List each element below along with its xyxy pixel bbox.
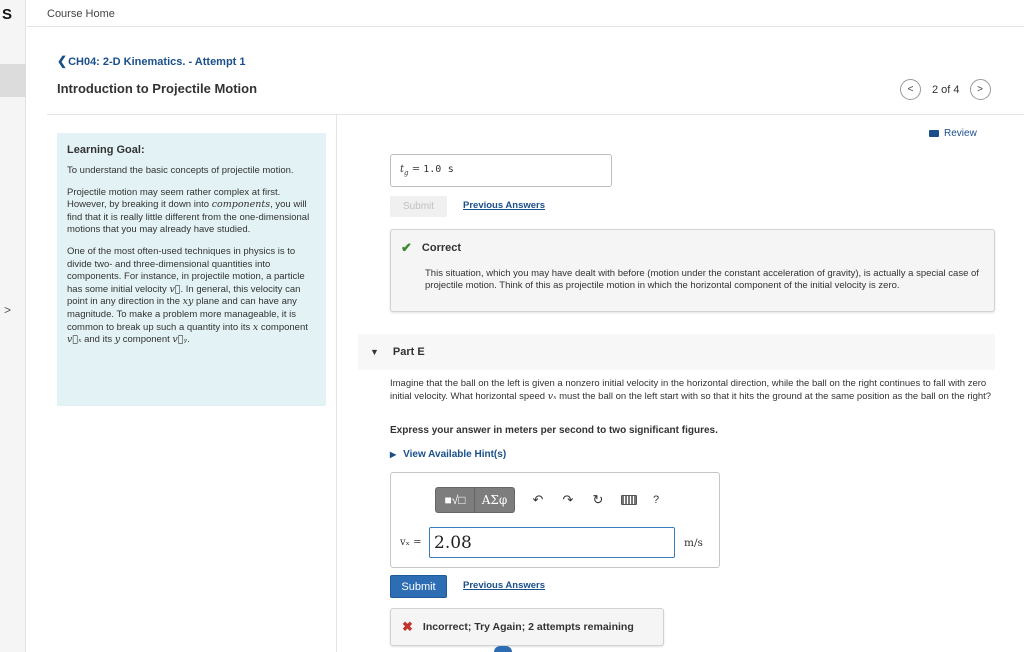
learning-goal-panel: Learning Goal: To understand the basic c… xyxy=(57,133,326,406)
chevron-left-icon: ❮ xyxy=(57,54,68,68)
learning-goal-paragraph: Projectile motion may seem rather comple… xyxy=(67,187,316,237)
velocity-vector-symbol: v⃗ xyxy=(169,283,181,295)
left-rail: S > xyxy=(0,0,26,652)
rail-active-item[interactable] xyxy=(0,64,26,97)
page-title: Introduction to Projectile Motion xyxy=(57,81,258,96)
back-link-label: CH04: 2-D Kinematics. - Attempt 1 xyxy=(68,56,246,68)
reset-icon[interactable]: ↻ xyxy=(591,492,605,508)
item-pager: < 2 of 4 > xyxy=(900,79,991,100)
book-icon xyxy=(929,130,939,137)
text-span: component xyxy=(120,334,173,346)
checkmark-icon: ✔ xyxy=(401,240,412,255)
expand-triangle-icon: ▶ xyxy=(390,450,397,459)
text-span: component xyxy=(258,321,308,333)
answer-editor: ■√□ ΑΣφ ↶ ↷ ↻ ? vₓ = m/s xyxy=(390,472,720,568)
expand-rail-icon[interactable]: > xyxy=(4,303,11,317)
undo-icon[interactable]: ↶ xyxy=(531,492,545,508)
chevron-right-icon: > xyxy=(977,84,983,95)
feedback-title: Correct xyxy=(421,242,462,254)
text-span: . xyxy=(187,334,190,346)
part-d-answer-display: tg = 1.0 s xyxy=(390,154,612,187)
course-home-link[interactable]: Course Home xyxy=(47,8,115,20)
x-mark-icon: ✖ xyxy=(402,619,413,634)
answer-unit: m/s xyxy=(684,537,703,549)
content-divider xyxy=(47,114,1024,115)
vy-vector-symbol: v⃗ᵧ xyxy=(172,334,188,346)
part-e-previous-answers-link[interactable]: Previous Answers xyxy=(463,580,545,591)
answer-unit: s xyxy=(447,164,454,175)
pager-position: 2 of 4 xyxy=(932,83,960,96)
hints-label: View Available Hint(s) xyxy=(403,449,507,460)
part-d-submit-button[interactable]: Submit xyxy=(390,196,447,217)
text-span: and its xyxy=(81,334,115,346)
next-item-button[interactable]: > xyxy=(969,79,991,100)
review-link[interactable]: Review xyxy=(929,128,977,139)
header-divider xyxy=(27,26,1024,27)
templates-button[interactable]: ■√□ xyxy=(435,487,475,513)
redo-icon[interactable]: ↷ xyxy=(561,492,575,508)
feedback-title: Incorrect; Try Again; 2 attempts remaini… xyxy=(422,621,634,633)
correct-feedback-box: ✔ Correct This situation, which you may h… xyxy=(390,229,995,312)
part-e-question: Imagine that the ball on the left is giv… xyxy=(390,378,995,403)
column-divider xyxy=(336,115,337,652)
part-label: Part E xyxy=(392,346,425,358)
learning-goal-paragraph: One of the most often-used techniques in… xyxy=(67,246,316,347)
text-span: must the ball on the left start with so … xyxy=(556,390,992,402)
input-variable-label: vₓ = xyxy=(400,537,422,548)
equals-sign: = xyxy=(408,164,424,175)
editor-toolbar: ■√□ ΑΣφ ↶ ↷ ↻ ? xyxy=(435,487,659,513)
symbols-button[interactable]: ΑΣφ xyxy=(475,487,515,513)
view-hints-link[interactable]: ▶ View Available Hint(s) xyxy=(390,449,506,460)
collapse-triangle-icon: ▼ xyxy=(370,347,379,357)
review-label: Review xyxy=(944,128,977,139)
learning-goal-heading: Learning Goal: xyxy=(67,144,145,156)
part-e-header[interactable]: ▼ Part E xyxy=(358,334,995,370)
templates-icon: ■√□ xyxy=(444,493,466,507)
assignment-back-link[interactable]: ❮CH04: 2-D Kinematics. - Attempt 1 xyxy=(57,54,246,68)
app-logo: S xyxy=(2,6,13,23)
answer-input[interactable] xyxy=(429,527,675,558)
part-d-previous-answers-link[interactable]: Previous Answers xyxy=(463,200,545,211)
prev-item-button[interactable]: < xyxy=(900,79,921,100)
plane-symbol: xy xyxy=(182,296,194,308)
incorrect-feedback-box: ✖ Incorrect; Try Again; 2 attempts remain… xyxy=(390,608,664,646)
part-e-instruction: Express your answer in meters per second… xyxy=(390,425,718,436)
vx-vector-symbol: v⃗ₓ xyxy=(67,334,82,346)
greek-symbols-icon: ΑΣφ xyxy=(481,493,508,507)
answer-value: 1.0 xyxy=(423,164,442,175)
part-e-submit-button[interactable]: Submit xyxy=(390,575,447,598)
floating-action-tab[interactable] xyxy=(494,646,512,652)
keyboard-icon[interactable] xyxy=(621,495,637,505)
help-icon[interactable]: ? xyxy=(653,494,659,506)
chevron-left-icon: < xyxy=(907,84,914,95)
feedback-message: This situation, which you may have dealt… xyxy=(425,268,979,292)
learning-goal-paragraph: To understand the basic concepts of proj… xyxy=(67,165,294,176)
emphasis-text: components xyxy=(211,199,271,211)
